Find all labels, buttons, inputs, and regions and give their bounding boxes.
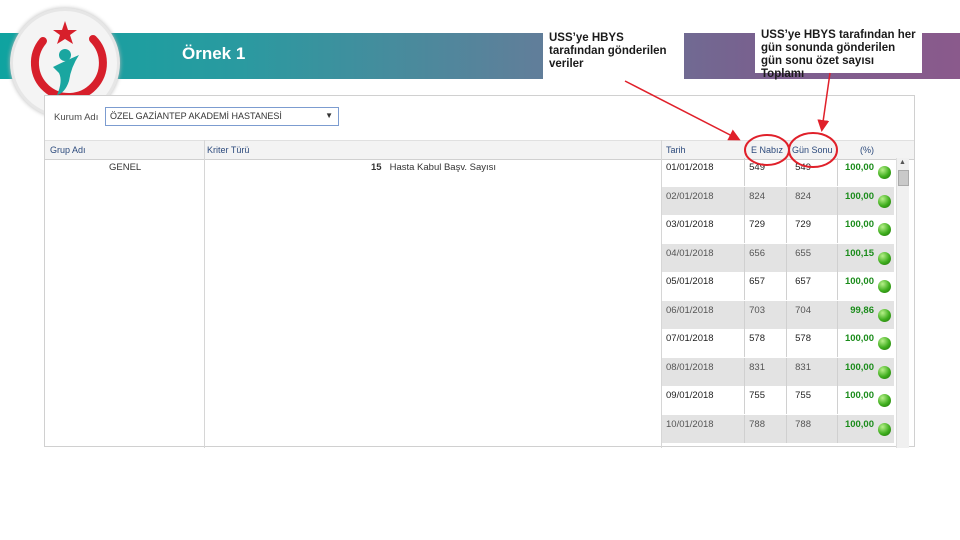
table-row[interactable]: 02/01/2018 824 824 100,00 xyxy=(662,186,894,215)
status-ok-icon xyxy=(878,166,891,179)
row-date: 05/01/2018 xyxy=(666,276,714,287)
row-percent: 100,15 xyxy=(844,247,874,259)
row-percent: 100,00 xyxy=(844,162,874,173)
row-date: 06/01/2018 xyxy=(666,304,714,316)
institution-select[interactable]: ÖZEL GAZİANTEP AKADEMİ HASTANESİ ▼ xyxy=(105,107,339,126)
callout-hbys-data: USS’ye HBYS tarafından gönderilen verile… xyxy=(543,28,684,80)
row-enabiz: 656 xyxy=(749,247,765,259)
row-enabiz: 703 xyxy=(749,304,765,316)
row-enabiz: 755 xyxy=(749,390,765,401)
status-ok-icon xyxy=(878,251,891,265)
table-row[interactable]: 01/01/2018 549 549 100,00 xyxy=(662,158,894,186)
table-row[interactable]: 06/01/2018 703 704 99,86 xyxy=(662,300,894,329)
slide-title: Örnek 1 xyxy=(182,44,246,63)
row-percent: 99,86 xyxy=(850,304,874,316)
row-gunsonu: 704 xyxy=(795,304,811,316)
row-enabiz: 578 xyxy=(749,333,765,344)
row-gunsonu: 755 xyxy=(795,390,811,401)
row-percent: 100,00 xyxy=(844,418,874,430)
status-ok-icon xyxy=(878,422,891,436)
institution-label: Kurum Adı xyxy=(54,112,99,123)
row-date: 07/01/2018 xyxy=(666,333,714,344)
row-gunsonu: 831 xyxy=(795,361,811,373)
report-screenshot: Kurum Adı ÖZEL GAZİANTEP AKADEMİ HASTANE… xyxy=(44,95,915,448)
row-percent: 100,00 xyxy=(844,361,874,373)
row-gunsonu: 549 xyxy=(795,162,811,173)
table-row[interactable]: 05/01/2018 657 657 100,00 xyxy=(662,272,894,300)
row-gunsonu: 655 xyxy=(795,247,811,259)
callout-daily-summary: USS’ye HBYS tarafından her gün sonunda g… xyxy=(755,25,922,80)
row-gunsonu: 824 xyxy=(795,190,811,202)
row-enabiz: 549 xyxy=(749,162,765,173)
criteria-name: Hasta Kabul Başv. Sayısı xyxy=(389,162,497,173)
row-enabiz: 729 xyxy=(749,219,765,230)
table-row[interactable]: 04/01/2018 656 655 100,15 xyxy=(662,243,894,272)
criteria-value: 15 Hasta Kabul Başv. Sayısı xyxy=(371,162,496,173)
row-date: 03/01/2018 xyxy=(666,219,714,230)
chevron-down-icon: ▼ xyxy=(325,111,333,120)
row-percent: 100,00 xyxy=(844,190,874,202)
criteria-code: 15 xyxy=(371,162,382,173)
header-enabiz[interactable]: E Nabız xyxy=(751,145,783,155)
row-date: 02/01/2018 xyxy=(666,190,714,202)
status-ok-icon xyxy=(878,223,891,236)
column-divider xyxy=(204,140,205,448)
row-percent: 100,00 xyxy=(844,333,874,344)
scroll-up-icon[interactable]: ▲ xyxy=(899,159,906,166)
status-ok-icon xyxy=(878,280,891,293)
row-enabiz: 831 xyxy=(749,361,765,373)
status-ok-icon xyxy=(878,394,891,407)
table-row[interactable]: 08/01/2018 831 831 100,00 xyxy=(662,357,894,386)
table-row[interactable]: 07/01/2018 578 578 100,00 xyxy=(662,329,894,357)
row-date: 08/01/2018 xyxy=(666,361,714,373)
row-date: 09/01/2018 xyxy=(666,390,714,401)
row-percent: 100,00 xyxy=(844,390,874,401)
group-value: GENEL xyxy=(109,162,142,173)
row-percent: 100,00 xyxy=(844,219,874,230)
row-date: 10/01/2018 xyxy=(666,418,714,430)
header-gunsonu[interactable]: Gün Sonu xyxy=(792,145,833,155)
row-enabiz: 788 xyxy=(749,418,765,430)
header-criteria[interactable]: Kriter Türü xyxy=(207,145,249,155)
status-ok-icon xyxy=(878,365,891,379)
institution-select-value: ÖZEL GAZİANTEP AKADEMİ HASTANESİ xyxy=(110,111,282,121)
row-enabiz: 657 xyxy=(749,276,765,287)
row-gunsonu: 578 xyxy=(795,333,811,344)
row-date: 01/01/2018 xyxy=(666,162,714,173)
table-row[interactable]: 03/01/2018 729 729 100,00 xyxy=(662,215,894,243)
header-group[interactable]: Grup Adı xyxy=(50,145,86,155)
table-row[interactable]: 10/01/2018 788 788 100,00 xyxy=(662,414,894,443)
row-enabiz: 824 xyxy=(749,190,765,202)
row-gunsonu: 788 xyxy=(795,418,811,430)
row-gunsonu: 729 xyxy=(795,219,811,230)
row-date: 04/01/2018 xyxy=(666,247,714,259)
row-percent: 100,00 xyxy=(844,276,874,287)
status-ok-icon xyxy=(878,308,891,322)
status-ok-icon xyxy=(878,194,891,208)
header-percent[interactable]: (%) xyxy=(860,145,874,155)
header-date[interactable]: Tarih xyxy=(666,145,686,155)
row-gunsonu: 657 xyxy=(795,276,811,287)
table-row[interactable]: 09/01/2018 755 755 100,00 xyxy=(662,386,894,414)
table-header: Grup Adı Kriter Türü Tarih E Nabız Gün S… xyxy=(45,140,914,160)
table-scrollbar[interactable]: ▲ xyxy=(896,158,909,448)
status-ok-icon xyxy=(878,337,891,350)
scroll-thumb[interactable] xyxy=(898,170,909,186)
